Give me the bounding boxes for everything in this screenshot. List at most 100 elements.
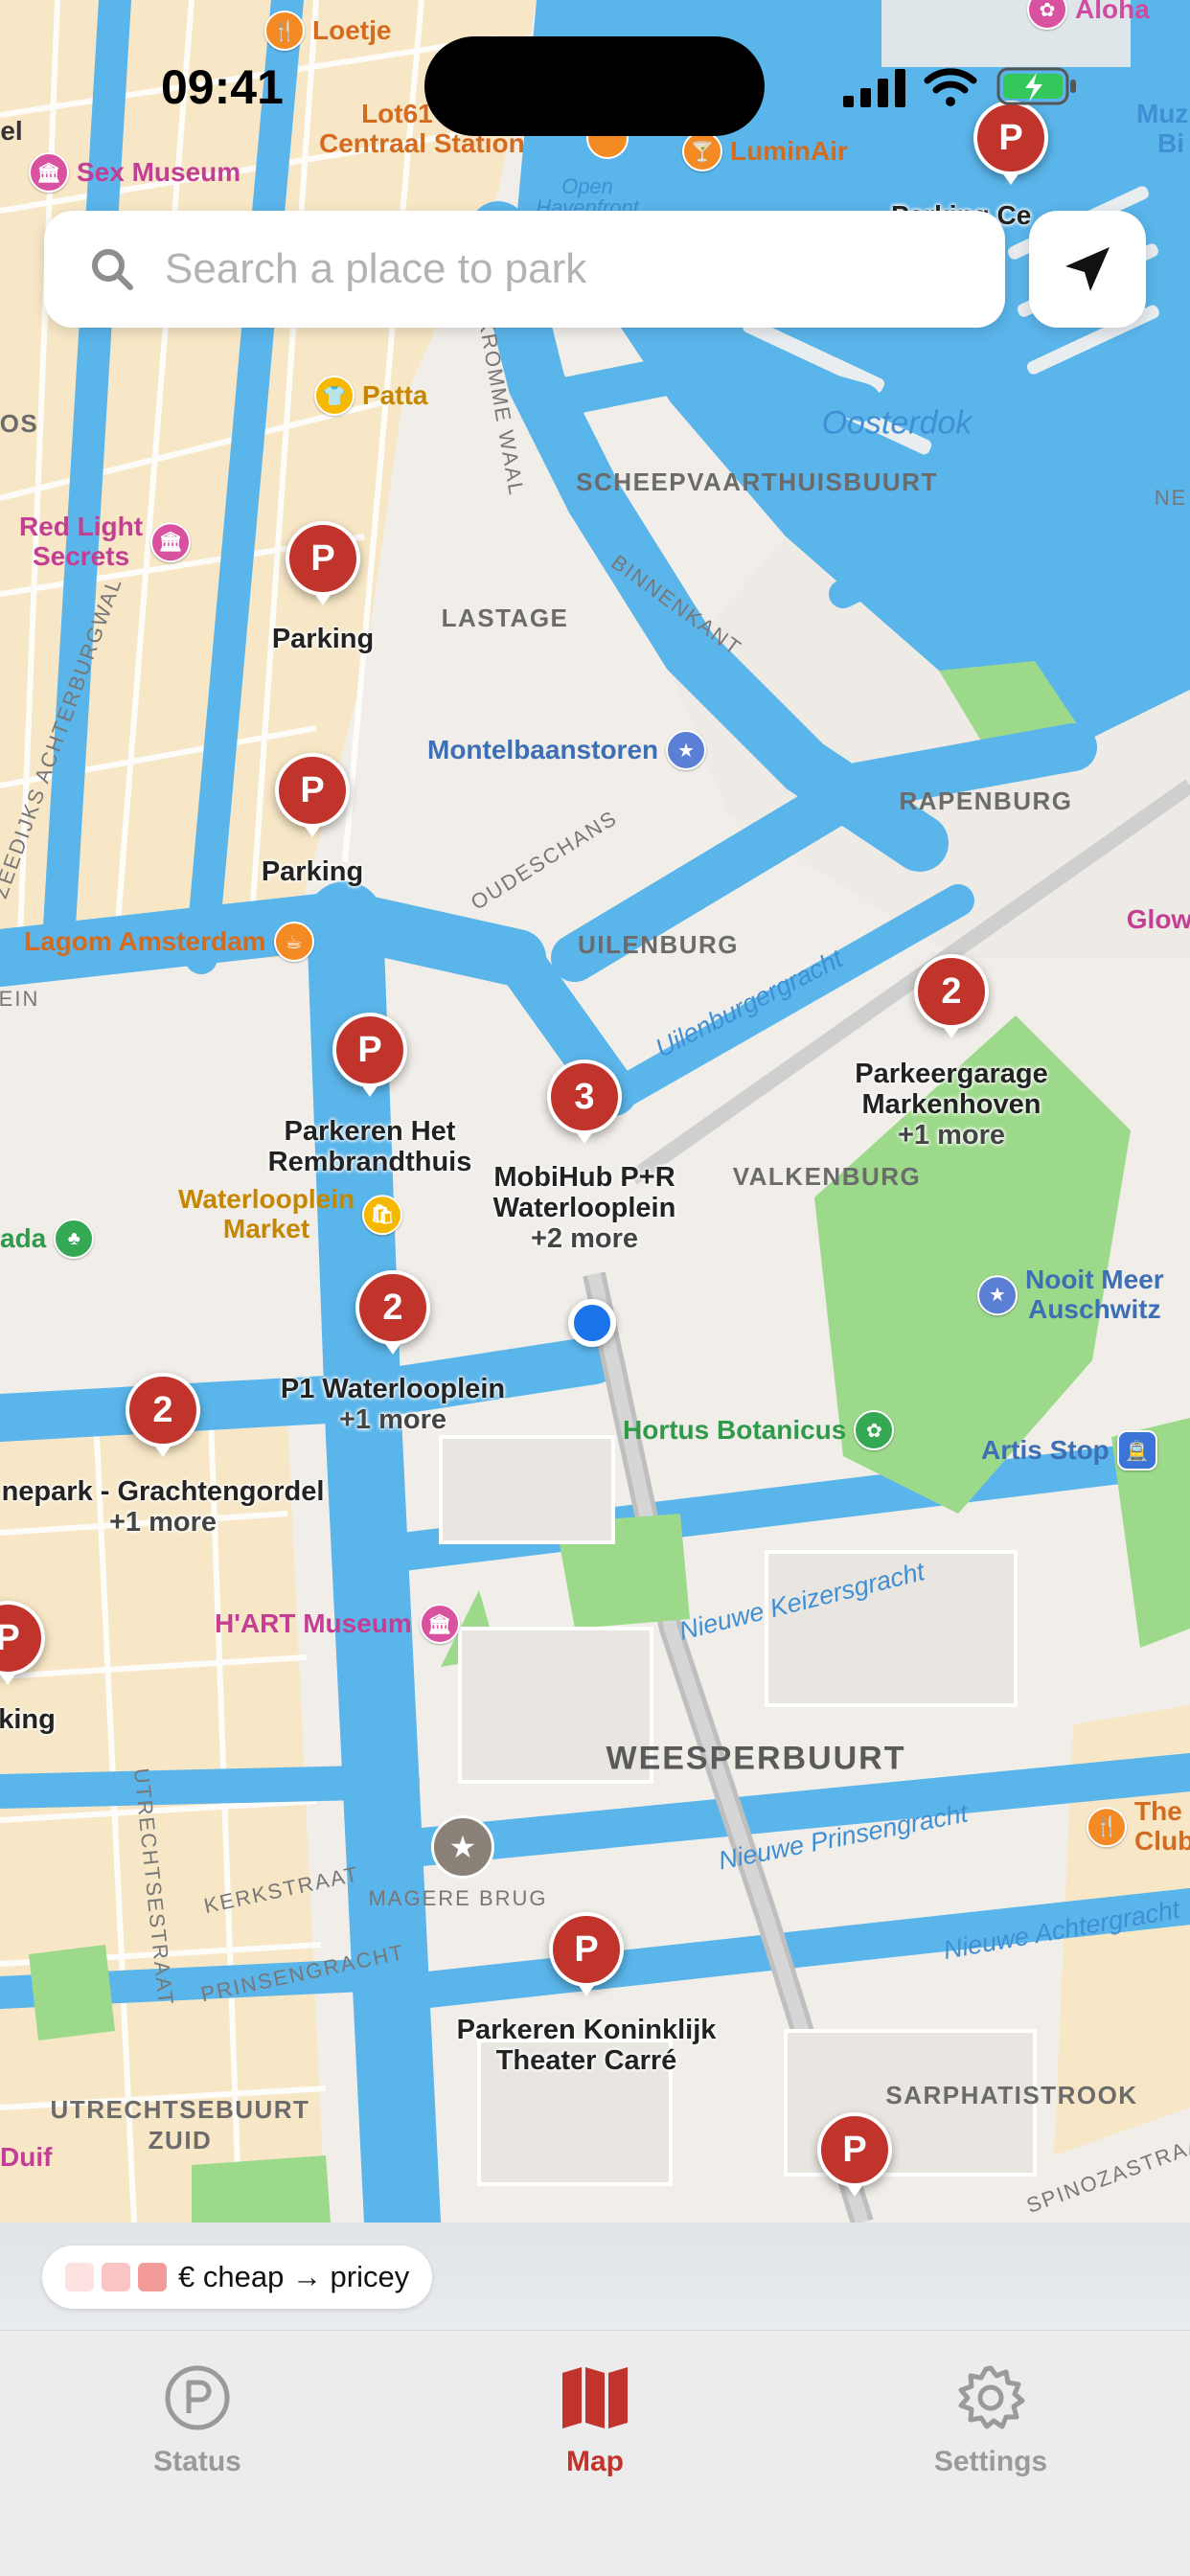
dynamic-island (424, 36, 765, 136)
poi-label: Duif (0, 2142, 53, 2172)
tab-label: Settings (933, 2446, 1048, 2477)
poi-hart-museum[interactable]: H'ART Museum 🏛 (215, 1604, 460, 1644)
parking-pin-rembrandthuis[interactable]: P (332, 1013, 407, 1097)
poi-duif[interactable]: Duif (0, 2142, 52, 2173)
poi-sex-museum[interactable]: 🏛 Sex Museum (29, 152, 240, 193)
map-icon (562, 2367, 628, 2428)
museum-icon: 🏛 (29, 152, 69, 193)
poi-label: Sex Museum (77, 157, 241, 187)
parking-pin-parking-2[interactable]: P (275, 753, 350, 837)
parking-more-count: +1 more (338, 1403, 447, 1435)
parking-label-p1-waterlooplein: P1 Waterlooplein +1 more (280, 1374, 506, 1436)
district-sarphatistrook: SARPHATISTROOK (885, 2080, 1138, 2109)
tab-settings[interactable]: Settings (847, 2359, 1134, 2478)
poi-label: Lagom Amsterdam (24, 926, 266, 956)
parking-circle-icon (165, 2365, 230, 2430)
parking-name: nepark - Grachtengordel (1, 1476, 325, 1507)
landmark-icon: ★ (977, 1275, 1018, 1315)
poi-label: Red Light (19, 512, 144, 542)
district-weesperbuurt: WEESPERBUURT (606, 1740, 906, 1777)
parking-pin-p1-waterlooplein[interactable]: 2 (355, 1270, 430, 1355)
park-icon: ♣ (54, 1219, 95, 1259)
price-legend: € cheap → pricey (42, 2245, 433, 2309)
poi-label: Patta (362, 380, 428, 410)
poi-waterlooplein-market[interactable]: Waterlooplein Market 🛍 (178, 1184, 403, 1244)
status-time: 09:41 (161, 60, 284, 114)
street-ein: EIN (0, 987, 40, 1012)
locate-me-button[interactable] (1029, 211, 1146, 328)
district-utrechtsebuurt: UTRECHTSEBUURT (50, 2094, 310, 2124)
parking-name: P1 Waterlooplein (280, 1374, 506, 1404)
tab-bar: Status Map Settings (0, 2330, 1190, 2576)
district-rapenburg: RAPENBURG (899, 786, 1073, 815)
poi-montelbaanstoren[interactable]: Montelbaanstoren ★ (427, 730, 707, 770)
parking-more-count: +1 more (108, 1506, 217, 1538)
legend-label: € cheap → pricey (178, 2260, 410, 2293)
museum-icon: 🏛 (150, 522, 192, 562)
poi-the-club[interactable]: 🍴 The Club (1087, 1796, 1190, 1857)
parking-name: Parkeren Het Rembrandthuis (267, 1116, 472, 1177)
district-valkenburg: VALKENBURG (732, 1161, 922, 1191)
street-ne: NE (1154, 486, 1188, 511)
poi-hortus-botanicus[interactable]: Hortus Botanicus ✿ (623, 1410, 895, 1450)
poi-label: Artis Stop (981, 1435, 1110, 1465)
map-view[interactable]: SCHEEPVAARTHUISBUURT LASTAGE RAPENBURG U… (0, 0, 1190, 2223)
wifi-icon (924, 68, 977, 106)
poi-label: Market (222, 1214, 310, 1243)
parking-label-grachtengordel: nepark - Grachtengordel +1 more (1, 1476, 325, 1539)
parking-pin-bottom[interactable]: P (817, 2112, 892, 2197)
district-utrechtsebuurt-zuid: ZUID (148, 2125, 213, 2154)
tab-map[interactable]: Map (451, 2359, 739, 2478)
bridge-landmark-icon[interactable]: ★ (431, 1815, 494, 1879)
poi-ada[interactable]: ada ♣ (0, 1219, 95, 1259)
landmark-icon: ★ (666, 730, 707, 770)
poi-label: Secrets (32, 541, 130, 571)
search-icon (92, 249, 133, 290)
poi-patta[interactable]: 👕 Patta (314, 376, 427, 416)
market-icon: 🛍 (362, 1195, 403, 1235)
museum-icon: 🏛 (419, 1604, 460, 1644)
gear-icon (958, 2365, 1025, 2429)
parking-label-left-edge: king (0, 1704, 56, 1735)
restaurant-icon: 🍴 (1087, 1807, 1127, 1847)
poi-artis-stop[interactable]: Artis Stop 🚊 (981, 1430, 1157, 1470)
tab-label: Map (566, 2446, 624, 2477)
street-os: OS (0, 408, 39, 438)
poi-label: ada (0, 1223, 47, 1253)
district-scheepvaarthuisbuurt: SCHEEPVAARTHUISBUURT (576, 467, 938, 496)
parking-label-parking-2: Parking (261, 856, 364, 887)
parking-label-rembrandthuis: Parkeren Het Rembrandthuis (267, 1116, 472, 1178)
price-swatch-pricey (138, 2263, 167, 2291)
parking-pin-grachtengordel[interactable]: 2 (126, 1373, 200, 1457)
parking-pin-markenhoven[interactable]: 2 (914, 954, 989, 1038)
parking-name: Parkeergarage Markenhoven (855, 1059, 1048, 1120)
poi-lagom-amsterdam[interactable]: Lagom Amsterdam ☕ (24, 922, 314, 962)
poi-label: H'ART Museum (215, 1608, 412, 1638)
tram-icon: 🚊 (1116, 1430, 1157, 1470)
poi-label: Waterlooplein (178, 1184, 355, 1215)
cellular-signal-icon (843, 69, 905, 107)
district-lastage: LASTAGE (441, 603, 569, 632)
poi-label: Auschwitz (1028, 1294, 1161, 1324)
tab-status[interactable]: Status (54, 2359, 341, 2478)
coffee-icon: ☕ (273, 922, 314, 962)
parking-pin-carre[interactable]: P (549, 1912, 624, 1996)
poi-label: The (1134, 1796, 1182, 1827)
poi-label: Nooit Meer (1025, 1265, 1164, 1295)
parking-pin-mobihub[interactable]: 3 (547, 1060, 622, 1144)
water-oosterdok: Oosterdok (821, 404, 973, 442)
poi-label: Hortus Botanicus (623, 1415, 847, 1445)
parking-label-carre: Parkeren Koninklijk Theater Carré (457, 2015, 717, 2077)
parking-more-count: +1 more (897, 1119, 1006, 1151)
parking-label-markenhoven: Parkeergarage Markenhoven +1 more (855, 1059, 1048, 1151)
status-bar: 09:41 (0, 0, 1190, 144)
garden-icon: ✿ (854, 1410, 895, 1450)
poi-red-light-secrets[interactable]: Red Light Secrets 🏛 (19, 512, 192, 572)
user-location-dot[interactable] (568, 1299, 616, 1347)
search-bar[interactable] (44, 211, 1005, 328)
search-input[interactable] (163, 244, 933, 294)
tab-label: Status (153, 2446, 241, 2477)
poi-nooit-meer-auschwitz[interactable]: ★ Nooit Meer Auschwitz (977, 1265, 1164, 1325)
parking-pin-parking-1[interactable]: P (286, 521, 360, 605)
poi-glow[interactable]: Glow (1127, 904, 1190, 934)
